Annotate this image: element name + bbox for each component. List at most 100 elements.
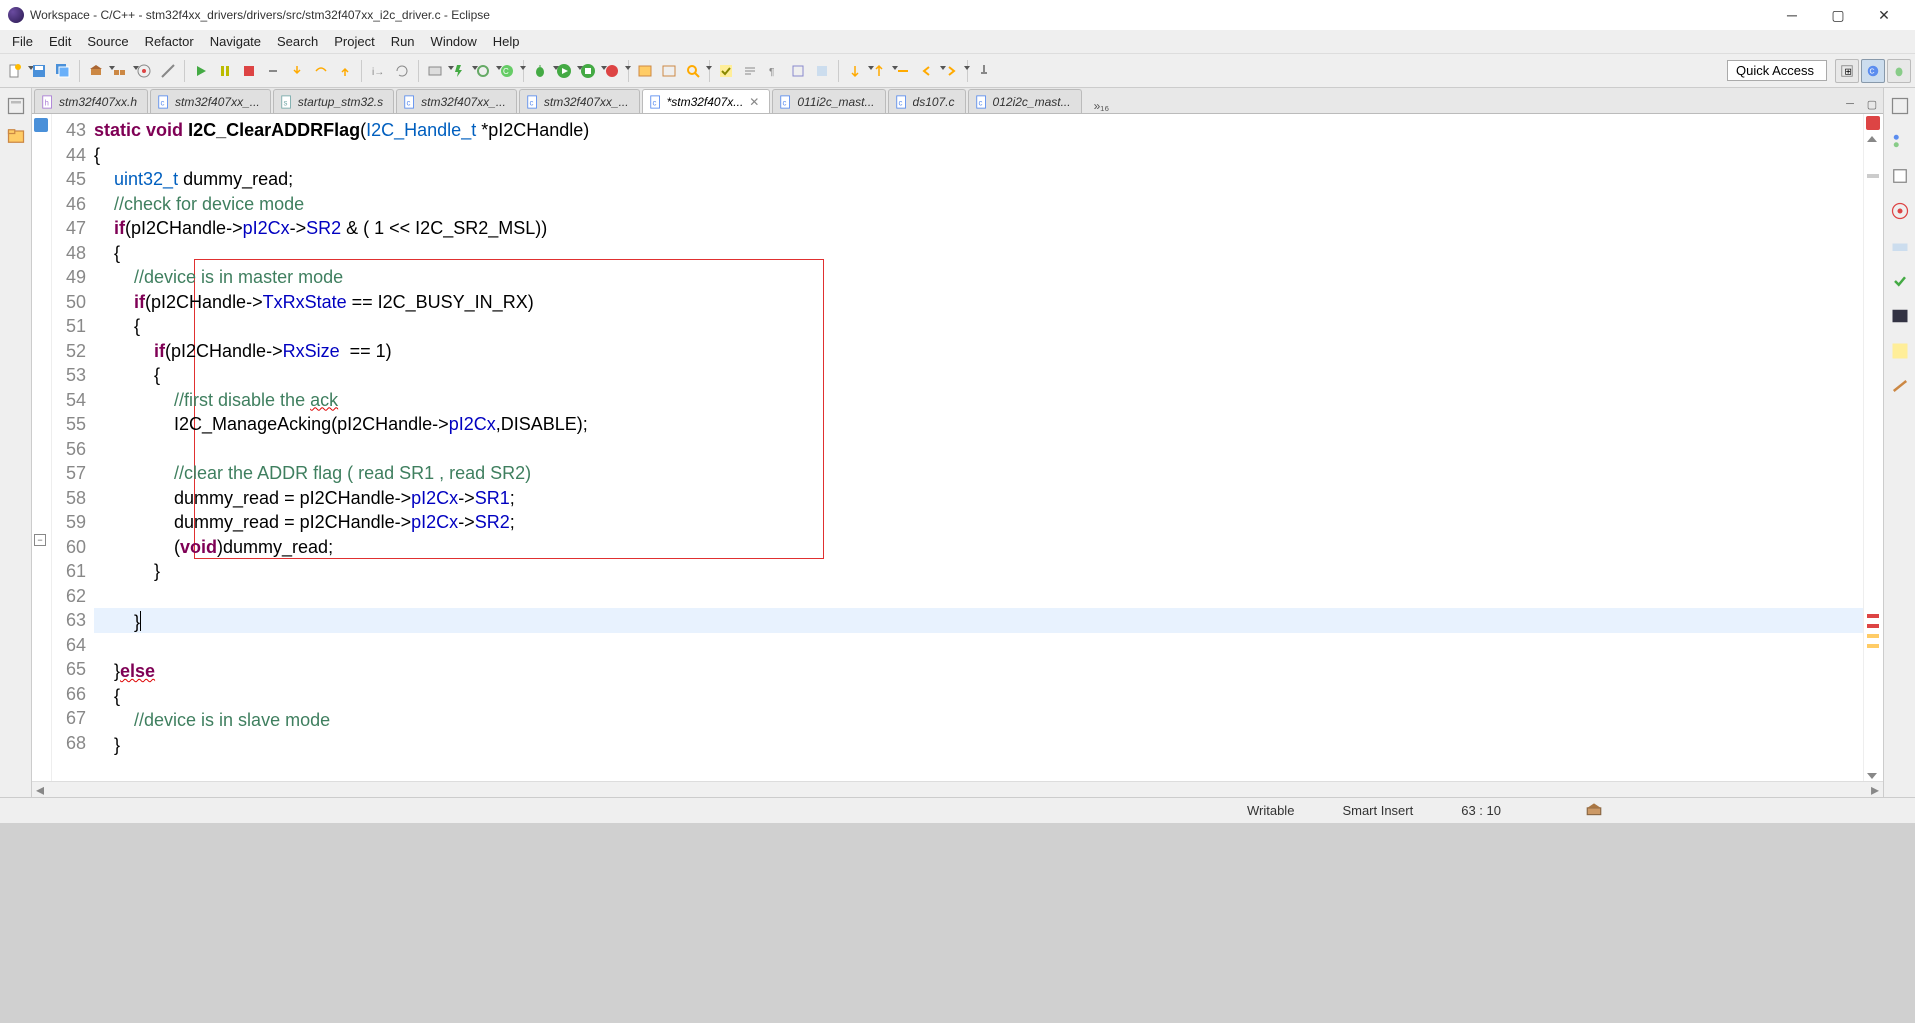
editor-tab[interactable]: sstartup_stm32.s: [273, 89, 394, 113]
properties-icon[interactable]: [1890, 341, 1910, 366]
editor-tab[interactable]: c011i2c_mast...: [772, 89, 885, 113]
line-number[interactable]: 43: [52, 118, 86, 143]
line-number[interactable]: 50: [52, 290, 86, 315]
maximize-button[interactable]: ▢: [1815, 0, 1861, 30]
menu-search[interactable]: Search: [269, 32, 326, 51]
code-line[interactable]: }: [94, 733, 1863, 758]
cpp-perspective-button[interactable]: C: [1861, 59, 1885, 83]
code-line[interactable]: //clear the ADDR flag ( read SR1 , read …: [94, 461, 1863, 486]
code-line[interactable]: (void)dummy_read;: [94, 535, 1863, 560]
project-explorer-icon[interactable]: [6, 126, 26, 146]
line-number[interactable]: 51: [52, 314, 86, 339]
menu-file[interactable]: File: [4, 32, 41, 51]
menu-edit[interactable]: Edit: [41, 32, 79, 51]
ws-button[interactable]: ¶: [763, 60, 785, 82]
save-button[interactable]: [28, 60, 50, 82]
console-icon[interactable]: [1890, 306, 1910, 331]
new-button[interactable]: [4, 60, 26, 82]
line-number[interactable]: 44: [52, 143, 86, 168]
line-number[interactable]: 46: [52, 192, 86, 217]
resume-button[interactable]: [190, 60, 212, 82]
line-number[interactable]: 53: [52, 363, 86, 388]
coverage-button[interactable]: [577, 60, 599, 82]
code-line[interactable]: uint32_t dummy_read;: [94, 167, 1863, 192]
line-number[interactable]: 55: [52, 412, 86, 437]
code-line[interactable]: {: [94, 363, 1863, 388]
line-number[interactable]: 64: [52, 633, 86, 658]
info-marker-icon[interactable]: [34, 118, 48, 132]
scroll-down-icon[interactable]: [1867, 773, 1877, 779]
code-line[interactable]: }else: [94, 659, 1863, 684]
code-line[interactable]: {: [94, 684, 1863, 709]
menu-refactor[interactable]: Refactor: [137, 32, 202, 51]
next-ann-button[interactable]: [844, 60, 866, 82]
line-number[interactable]: 61: [52, 559, 86, 584]
show-ws-button[interactable]: [811, 60, 833, 82]
scroll-right-icon[interactable]: ▸: [1867, 780, 1883, 800]
close-button[interactable]: ✕: [1861, 0, 1907, 30]
code-line[interactable]: }: [94, 608, 1863, 635]
maximize-view-icon[interactable]: ▢: [1863, 95, 1881, 113]
code-line[interactable]: //first disable the ack: [94, 388, 1863, 413]
code-line[interactable]: [94, 584, 1863, 609]
profile-button[interactable]: [601, 60, 623, 82]
editor-tab[interactable]: cstm32f407xx_...: [150, 89, 271, 113]
marker-ruler[interactable]: −: [32, 114, 52, 781]
debug-button[interactable]: [529, 60, 551, 82]
code-line[interactable]: {: [94, 143, 1863, 168]
line-number[interactable]: 59: [52, 510, 86, 535]
back-button[interactable]: [916, 60, 938, 82]
line-number[interactable]: 52: [52, 339, 86, 364]
editor-tab[interactable]: cds107.c: [888, 89, 966, 113]
line-number[interactable]: 58: [52, 486, 86, 511]
line-number[interactable]: 54: [52, 388, 86, 413]
line-number[interactable]: 68: [52, 731, 86, 756]
menu-help[interactable]: Help: [485, 32, 528, 51]
code-line[interactable]: dummy_read = pI2CHandle->pI2Cx->SR1;: [94, 486, 1863, 511]
menu-window[interactable]: Window: [423, 32, 485, 51]
outline-icon[interactable]: [1890, 131, 1910, 156]
code-line[interactable]: //check for device mode: [94, 192, 1863, 217]
build-all-button[interactable]: [109, 60, 131, 82]
line-number-gutter[interactable]: 4344454647484950515253545556575859606162…: [52, 114, 94, 781]
editor-tab[interactable]: hstm32f407xx.h: [34, 89, 148, 113]
scroll-left-icon[interactable]: ◂: [32, 780, 48, 800]
task-list-icon[interactable]: [1890, 166, 1910, 191]
editor-tab[interactable]: c*stm32f407x...✕: [642, 89, 771, 113]
code-line[interactable]: {: [94, 314, 1863, 339]
build-target-button[interactable]: [133, 60, 155, 82]
restore-right-icon[interactable]: [1890, 96, 1910, 121]
code-line[interactable]: [94, 635, 1863, 660]
search-button[interactable]: [682, 60, 704, 82]
forward-button[interactable]: [940, 60, 962, 82]
code-line[interactable]: static void I2C_ClearADDRFlag(I2C_Handle…: [94, 118, 1863, 143]
menu-run[interactable]: Run: [383, 32, 423, 51]
suspend-button[interactable]: [214, 60, 236, 82]
build-targets-icon[interactable]: [1890, 201, 1910, 226]
run-button[interactable]: [553, 60, 575, 82]
line-number[interactable]: 47: [52, 216, 86, 241]
build-status-icon[interactable]: [1585, 800, 1603, 821]
code-line[interactable]: {: [94, 241, 1863, 266]
open-type-button[interactable]: [634, 60, 656, 82]
code-line[interactable]: I2C_ManageAcking(pI2CHandle->pI2Cx,DISAB…: [94, 412, 1863, 437]
tasks-icon[interactable]: [1890, 271, 1910, 296]
line-number[interactable]: 67: [52, 706, 86, 731]
tab-close-icon[interactable]: ✕: [749, 95, 759, 109]
line-number[interactable]: 65: [52, 657, 86, 682]
line-number[interactable]: 62: [52, 584, 86, 609]
open-task-button[interactable]: [658, 60, 680, 82]
restore-view-icon[interactable]: [6, 96, 26, 116]
line-number[interactable]: 60: [52, 535, 86, 560]
scroll-up-icon[interactable]: [1867, 136, 1877, 142]
code-editor[interactable]: − 43444546474849505152535455565758596061…: [32, 114, 1883, 781]
editor-tab[interactable]: c012i2c_mast...: [968, 89, 1082, 113]
wrap-button[interactable]: [739, 60, 761, 82]
code-content[interactable]: static void I2C_ClearADDRFlag(I2C_Handle…: [94, 114, 1863, 781]
fold-minus-icon[interactable]: −: [34, 534, 46, 546]
build-button[interactable]: [85, 60, 107, 82]
save-all-button[interactable]: [52, 60, 74, 82]
problems-icon[interactable]: [1890, 236, 1910, 261]
call-hierarchy-icon[interactable]: [1890, 376, 1910, 401]
reset-chip-button[interactable]: [472, 60, 494, 82]
